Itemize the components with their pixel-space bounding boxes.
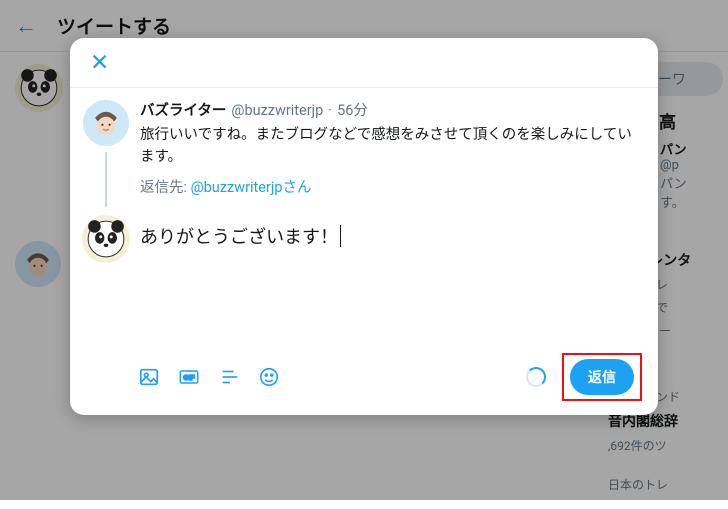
modal-overlay: ✕ [0,0,728,500]
poll-icon[interactable] [218,366,240,388]
highlight-box: 返信 [562,353,642,401]
reply-to-label: 返信先: [140,179,187,196]
media-icon[interactable] [138,366,160,388]
text-caret [340,225,341,247]
compose-input[interactable]: ありがとうございます！ [140,215,642,335]
svg-text:GIF: GIF [183,375,194,382]
close-icon[interactable]: ✕ [84,47,115,78]
reply-to-handle[interactable]: @buzzwriterjp [191,179,283,196]
reply-modal: ✕ [70,38,658,415]
self-avatar [82,215,130,263]
char-count-icon [526,367,546,387]
emoji-icon[interactable] [258,366,280,388]
original-author-avatar[interactable] [83,100,129,146]
gif-icon[interactable]: GIF [178,366,200,388]
thread-connector [105,152,107,207]
reply-button[interactable]: 返信 [570,359,634,395]
original-tweet-text: 旅行いいですね。またブログなどで感想をみさせて頂くのを楽しみにしています。 [140,124,642,168]
tweet-timestamp[interactable]: 56分 [337,100,368,122]
author-handle[interactable]: @buzzwriterjp [231,100,323,122]
author-name[interactable]: バズライター [140,100,226,122]
